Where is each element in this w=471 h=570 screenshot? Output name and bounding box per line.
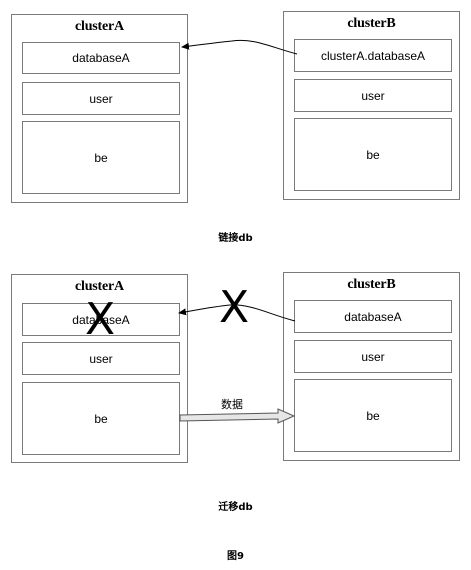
section1-cluster-b-title: clusterB [347,16,396,31]
section2-caption: 迁移db [218,502,253,513]
section1-cluster-b-linked-database-box: clusterA.databaseA [294,39,452,72]
section2-data-arrow-label: 数据 [221,398,243,411]
section1-cluster-b-be-box: be [294,118,452,191]
section1-cluster-a-title: clusterA [75,19,124,34]
section2-cluster-b-be-box: be [294,379,452,452]
section1-caption: 链接db [218,233,253,244]
section1-cluster-b-user-box: user [294,79,452,112]
section2-cluster-b-database-box: databaseA [294,300,452,333]
section2-x-mark-right: X [219,282,250,333]
section2-cluster-a-be-box: be [22,382,180,455]
section2-cluster-b-user-box: user [294,340,452,373]
section1-cluster-a-user-box: user [22,82,180,115]
section2-cluster-a-user-box: user [22,342,180,375]
section1-cluster-a-be-box: be [22,121,180,194]
section2-cluster-a-title: clusterA [75,279,124,294]
section2-x-mark-left: X [85,294,116,345]
section1-cluster-a-database-box: databaseA [22,42,180,74]
section1-link-arrow [181,39,298,55]
figure-caption: 图9 [227,551,244,562]
section2-cluster-b-title: clusterB [347,277,396,292]
